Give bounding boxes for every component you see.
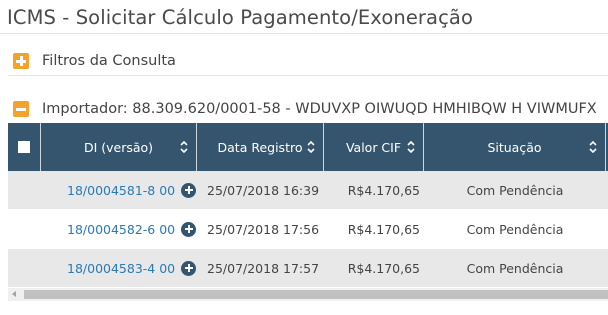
data-registro-cell: 25/07/2018 17:57 [207, 260, 320, 276]
column-header-situacao[interactable]: Situação [424, 123, 606, 171]
scroll-left-icon[interactable] [12, 291, 16, 297]
expand-plus-icon[interactable] [181, 182, 197, 198]
filters-divider [8, 75, 608, 76]
di-link[interactable]: 18/0004583-4 00 [67, 261, 175, 276]
column-header-di-label: DI (versão) [83, 139, 154, 155]
column-header-valor[interactable]: Valor CIF [324, 123, 424, 171]
plus-square-icon[interactable] [13, 53, 29, 69]
horizontal-scrollbar[interactable] [8, 288, 608, 301]
filters-section-toggle[interactable]: Filtros da Consulta [13, 51, 176, 71]
expand-plus-icon[interactable] [181, 260, 197, 276]
table-row[interactable]: 18/0004582-6 00 25/07/2018 17:56 R$4.170… [8, 210, 608, 248]
table-row[interactable]: 18/0004581-8 00 25/07/2018 16:39 R$4.170… [8, 171, 608, 209]
data-registro-cell: 25/07/2018 16:39 [207, 182, 320, 198]
valor-cif-cell: R$4.170,65 [347, 260, 420, 276]
situacao-cell: Com Pendência [466, 221, 564, 237]
column-header-situacao-label: Situação [487, 139, 542, 155]
select-all-checkbox[interactable] [18, 141, 30, 153]
importer-section-toggle[interactable]: Importador: 88.309.620/0001-58 - WDUVXP … [13, 99, 597, 119]
di-link[interactable]: 18/0004581-8 00 [67, 183, 175, 198]
page-title: ICMS - Solicitar Cálculo Pagamento/Exone… [7, 6, 473, 29]
column-header-data-label: Data Registro [217, 139, 303, 155]
filters-label: Filtros da Consulta [42, 53, 176, 69]
sort-icon[interactable] [180, 140, 188, 154]
sort-icon[interactable] [407, 140, 415, 154]
valor-cif-cell: R$4.170,65 [347, 221, 420, 237]
situacao-cell: Com Pendência [466, 182, 564, 198]
di-cell: 18/0004582-6 00 [67, 210, 197, 248]
expand-plus-icon[interactable] [181, 221, 197, 237]
importer-label: Importador: 88.309.620/0001-58 - WDUVXP … [42, 101, 597, 117]
title-divider [0, 33, 608, 34]
column-header-data[interactable]: Data Registro [197, 123, 324, 171]
data-registro-cell: 25/07/2018 17:56 [207, 221, 320, 237]
column-header-valor-label: Valor CIF [345, 139, 402, 155]
column-header-di[interactable]: DI (versão) [41, 123, 197, 171]
minus-square-icon[interactable] [13, 101, 29, 117]
di-link[interactable]: 18/0004582-6 00 [67, 222, 175, 237]
select-all-checkbox-cell [8, 123, 41, 171]
situacao-cell: Com Pendência [466, 260, 564, 276]
valor-cif-cell: R$4.170,65 [347, 182, 420, 198]
sort-icon[interactable] [589, 140, 597, 154]
sort-icon[interactable] [307, 140, 315, 154]
di-cell: 18/0004581-8 00 [67, 171, 197, 209]
table-row[interactable]: 18/0004583-4 00 25/07/2018 17:57 R$4.170… [8, 249, 608, 287]
table-header: DI (versão) Data Registro Valor CIF Situ… [8, 123, 608, 171]
results-table: DI (versão) Data Registro Valor CIF Situ… [8, 123, 608, 306]
di-cell: 18/0004583-4 00 [67, 249, 197, 287]
scrollbar-thumb[interactable] [24, 290, 608, 299]
